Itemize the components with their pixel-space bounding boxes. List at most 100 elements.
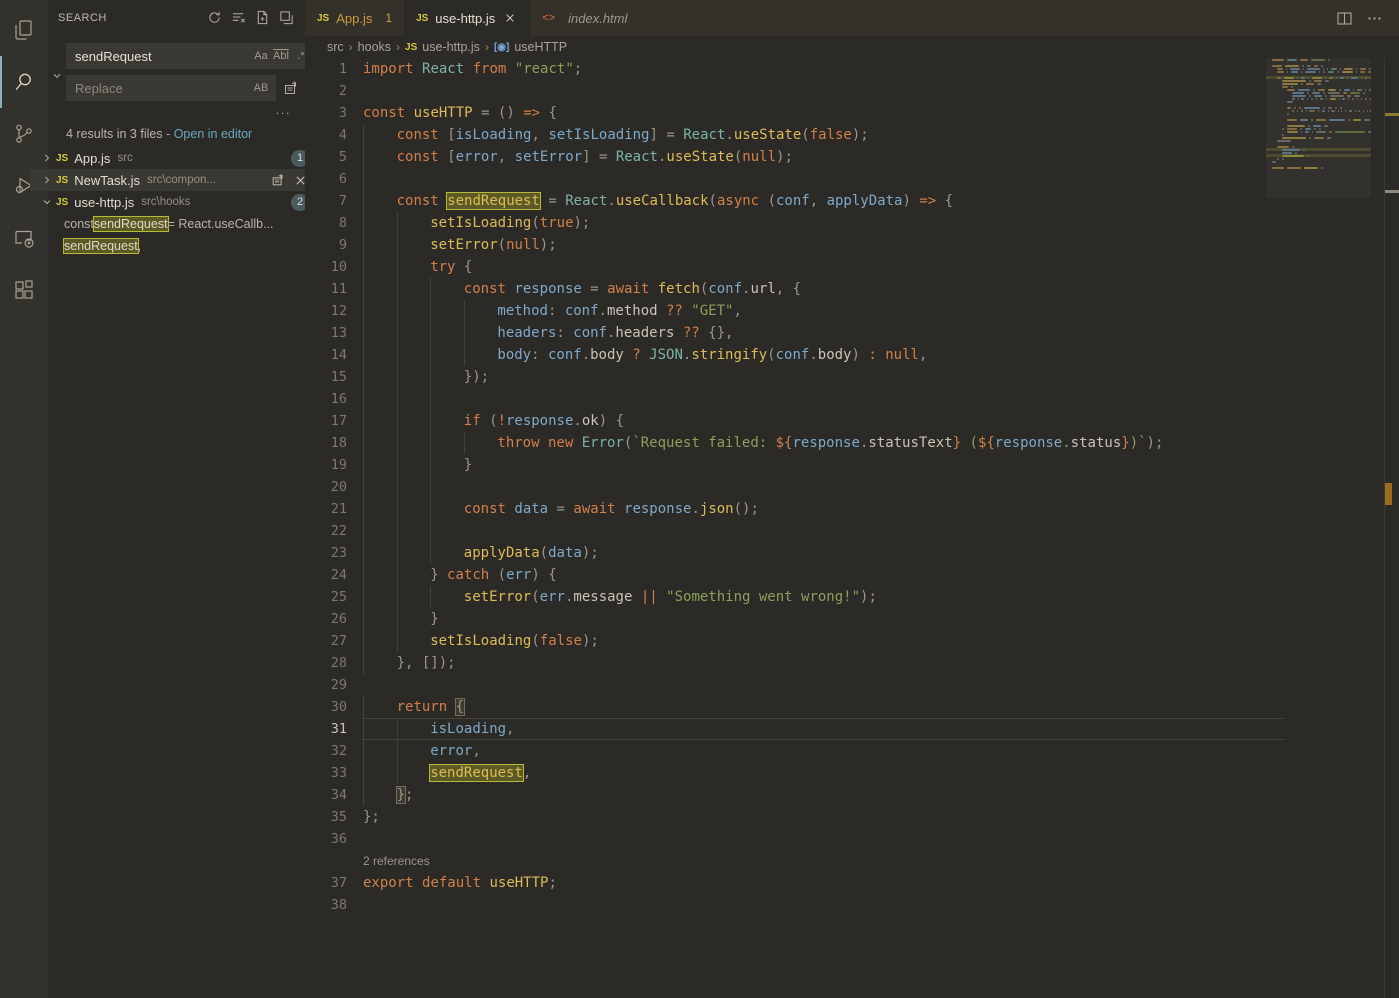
clear-search-results-icon[interactable] <box>227 7 249 29</box>
code-line[interactable]: 33 sendRequest, <box>305 762 1399 784</box>
chevron-right-icon[interactable] <box>38 152 56 164</box>
code-token: ok <box>581 413 599 429</box>
code-token: "GET" <box>691 303 734 319</box>
code-line[interactable]: 36 <box>305 828 1399 850</box>
overview-ruler[interactable] <box>1385 58 1399 998</box>
code-line[interactable]: 8 setIsLoading(true); <box>305 212 1399 234</box>
code-line[interactable]: 11 const response = await fetch(conf.url,… <box>305 278 1399 300</box>
code-line[interactable]: 2 <box>305 80 1399 102</box>
code-line[interactable]: 25 setError(err.message || "Something wen… <box>305 586 1399 608</box>
code-line[interactable]: 37 export default useHTTP; <box>305 872 1399 894</box>
code-line[interactable]: 19} <box>305 454 1399 476</box>
code-line[interactable]: 14 body: conf.body ? JSON.stringify(conf.… <box>305 344 1399 366</box>
code-line[interactable]: 28}, []); <box>305 652 1399 674</box>
split-editor-right-icon[interactable] <box>1333 7 1355 29</box>
toggle-replace-chevron-icon[interactable] <box>48 67 66 85</box>
code-line[interactable]: 30 return { <box>305 696 1399 718</box>
code-line[interactable]: 20 <box>305 476 1399 498</box>
code-token: = <box>548 193 557 209</box>
editor-tab[interactable]: JS use-http.js <box>404 0 531 36</box>
activitybar-item-search[interactable] <box>0 56 48 108</box>
chevron-right-icon[interactable] <box>38 174 56 186</box>
codelens-references-link[interactable]: 2 references <box>363 854 430 868</box>
line-number: 19 <box>330 457 347 473</box>
match-case-toggle[interactable]: Aa <box>251 46 271 66</box>
code-line[interactable]: 32 error, <box>305 740 1399 762</box>
replace-input-box[interactable]: AB <box>66 75 276 101</box>
code-token: , <box>506 721 515 737</box>
search-input[interactable] <box>75 48 251 64</box>
code-line[interactable]: 38 <box>305 894 1399 916</box>
code-line[interactable]: 31 isLoading, <box>305 718 1399 740</box>
line-number: 25 <box>330 589 347 605</box>
breadcrumb-item[interactable]: [◉] useHTTP <box>494 40 567 54</box>
code-line[interactable]: 1 import React from "react"; <box>305 58 1399 80</box>
search-result-file-row[interactable]: JS App.js src 1 <box>30 147 317 169</box>
collapse-all-icon[interactable] <box>275 7 297 29</box>
code-line[interactable]: 4 const [isLoading, setIsLoading] = React… <box>305 124 1399 146</box>
code-editor[interactable]: 1 import React from "react"; 2 3 const useHT… <box>305 58 1399 998</box>
code-token: useState <box>733 127 802 143</box>
refresh-icon[interactable] <box>203 7 225 29</box>
editor-tab[interactable]: <> index.html <box>530 0 640 36</box>
editor-tab[interactable]: JS App.js 1 <box>305 0 405 36</box>
code-token: conf <box>708 281 743 297</box>
replace-all-in-file-icon[interactable] <box>269 171 287 189</box>
code-line[interactable]: 10 try { <box>305 256 1399 278</box>
preserve-case-toggle[interactable]: AB <box>251 78 271 98</box>
code-line[interactable]: 15}); <box>305 366 1399 388</box>
code-line[interactable]: 35}; <box>305 806 1399 828</box>
code-line[interactable]: 34}; <box>305 784 1399 806</box>
code-token: url <box>750 281 776 297</box>
breadcrumb-item[interactable]: JS use-http.js <box>405 40 480 54</box>
code-token: ! <box>497 413 506 429</box>
code-line[interactable]: 21 const data = await response.json(); <box>305 498 1399 520</box>
code-line[interactable]: 3 const useHTTP = () => { <box>305 102 1399 124</box>
toggle-search-details-icon[interactable]: ... <box>276 103 291 116</box>
close-icon[interactable] <box>502 10 518 26</box>
code-line[interactable]: 16 <box>305 388 1399 410</box>
code-line[interactable]: 26} <box>305 608 1399 630</box>
code-line[interactable]: 7 const sendRequest = React.useCallback(a… <box>305 190 1399 212</box>
code-line[interactable]: 12 method: conf.method ?? "GET", <box>305 300 1399 322</box>
search-result-file-row[interactable]: JS NewTask.js src\compon... <box>30 169 317 191</box>
chevron-down-icon[interactable] <box>38 196 56 208</box>
breadcrumb-item[interactable]: hooks <box>358 40 391 54</box>
code-line[interactable]: 5 const [error, setError] = React.useStat… <box>305 146 1399 168</box>
code-line[interactable]: 9 setError(null); <box>305 234 1399 256</box>
minimap-slider[interactable] <box>1266 58 1371 198</box>
code-line[interactable]: 29 <box>305 674 1399 696</box>
replace-input[interactable] <box>75 80 251 96</box>
search-result-match-row[interactable]: const sendRequest = React.useCallb... <box>30 213 317 235</box>
more-actions-icon[interactable] <box>1363 7 1385 29</box>
indent-guide <box>363 476 364 498</box>
code-line[interactable]: 27 setIsLoading(false); <box>305 630 1399 652</box>
open-new-search-editor-icon[interactable] <box>251 7 273 29</box>
search-result-file-row[interactable]: JS use-http.js src\hooks 2 <box>30 191 317 213</box>
code-line[interactable]: 18 throw new Error(`Request failed: ${res… <box>305 432 1399 454</box>
breadcrumb-item[interactable]: src <box>327 40 344 54</box>
code-content[interactable]: 1 import React from "react"; 2 3 const useHT… <box>305 58 1399 998</box>
code-line[interactable]: 17 if (!response.ok) { <box>305 410 1399 432</box>
search-input-box[interactable]: Aa Abl .* <box>66 43 316 69</box>
match-whole-word-toggle[interactable]: Abl <box>271 46 291 66</box>
code-token: , <box>809 193 827 209</box>
code-line[interactable]: 24} catch (err) { <box>305 564 1399 586</box>
activitybar-item-extensions[interactable] <box>0 264 48 316</box>
code-line[interactable]: 22 <box>305 520 1399 542</box>
code-token: statusText <box>868 435 953 451</box>
match-prefix: const <box>64 217 94 231</box>
code-line[interactable]: 23 applyData(data); <box>305 542 1399 564</box>
replace-all-button[interactable] <box>280 77 302 99</box>
code-token: ) <box>851 347 860 363</box>
code-line[interactable]: 13 headers: conf.headers ?? {}, <box>305 322 1399 344</box>
open-in-editor-link[interactable]: Open in editor <box>174 127 253 141</box>
code-line-text: } catch (err) { <box>363 567 557 583</box>
search-result-match-row[interactable]: sendRequest, <box>30 235 317 257</box>
code-line[interactable]: 6 <box>305 168 1399 190</box>
activitybar-item-explorer[interactable] <box>0 4 48 56</box>
